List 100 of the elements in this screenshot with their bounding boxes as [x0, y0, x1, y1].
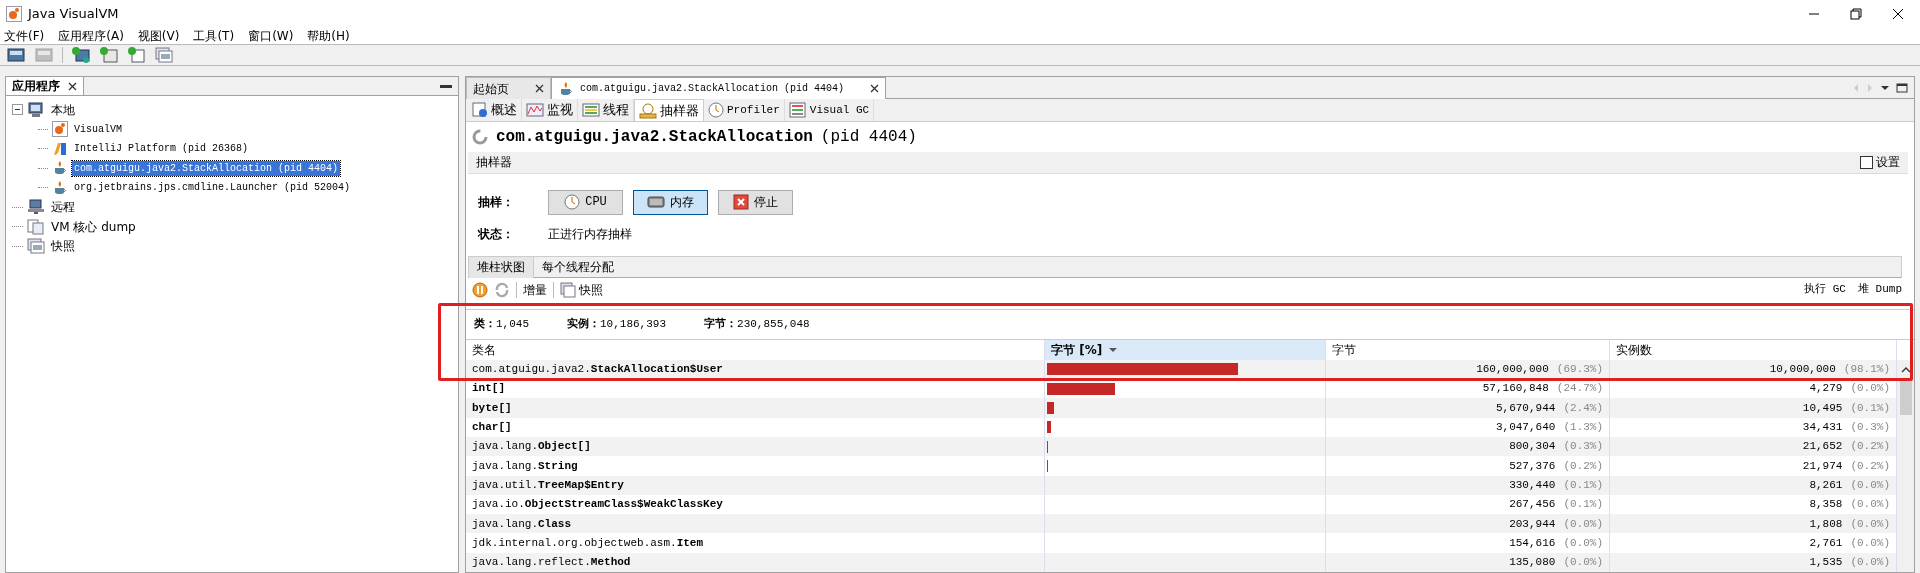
document-tab[interactable]: 起始页	[466, 77, 551, 99]
scrollbar[interactable]	[1897, 359, 1914, 572]
tree-item[interactable]: IntelliJ Platform (pid 26368)	[72, 141, 251, 157]
table-row[interactable]: byte[] 5,670,944 (2.4%) 10,495 (0.1%)	[466, 398, 1897, 418]
instances-percent: (0.1%)	[1850, 400, 1890, 416]
open-icon[interactable]	[6, 46, 26, 64]
class-name: jdk.internal.org.objectweb.asm.Item	[472, 535, 704, 551]
summary-label: 字节：	[704, 316, 738, 333]
sampler-icon	[639, 102, 657, 119]
loading-icon	[472, 129, 488, 146]
stop-icon	[733, 194, 749, 211]
intellij-icon	[52, 140, 68, 157]
scroll-up-icon	[1900, 365, 1911, 374]
snapshot-icon	[27, 238, 45, 255]
bytes-percent: (24.7%)	[1556, 381, 1603, 397]
table-row[interactable]: com.atguigu.java2.StackAllocation$User 160,000,000 (69.3%) 10,000,000 (98.1%)	[466, 359, 1897, 380]
menu-item[interactable]: 工具(T)	[193, 26, 235, 45]
tree-item[interactable]: com.atguigu.java2.StackAllocation (pid 4404)	[72, 160, 341, 176]
toolbar-button[interactable]: 执行 GC	[1804, 281, 1846, 298]
threads-icon	[582, 102, 600, 118]
instances-percent: (0.2%)	[1850, 458, 1890, 474]
close-icon	[535, 84, 544, 93]
class-name: com.atguigu.java2.StackAllocation$User	[472, 362, 723, 378]
view-tab[interactable]: 监视	[522, 99, 578, 121]
settings-checkbox[interactable]: 设置	[1860, 153, 1900, 172]
collapse-toggle[interactable]	[12, 104, 23, 116]
class-name: java.lang.Object[]	[472, 439, 591, 455]
section-header: 抽样器	[476, 154, 512, 172]
menu-item[interactable]: 文件(F)	[4, 26, 45, 45]
column-header[interactable]: 字节 [%]	[1045, 339, 1326, 360]
bytes-value: 330,440	[1509, 477, 1556, 493]
dropdown-icon	[1880, 83, 1890, 92]
tree-item[interactable]: VisualVM	[72, 121, 124, 137]
snapshot-icon	[560, 281, 576, 298]
pause-icon	[472, 281, 488, 298]
class-name: java.lang.reflect.Method	[472, 555, 631, 571]
tree-item[interactable]: org.jetbrains.jps.cmdline.Launcher (pid 52004)	[72, 180, 353, 196]
result-tab[interactable]: 堆柱状图	[469, 257, 534, 278]
column-header[interactable]: 字节	[1326, 339, 1610, 360]
field-label: 抽样：	[478, 194, 515, 212]
class-name: int[]	[472, 381, 505, 397]
table-row[interactable]: java.util.TreeMap$Entry 330,440 (0.1%) 8,261 (0.0%)	[466, 475, 1897, 495]
bytes-value: 160,000,000	[1476, 362, 1549, 378]
bytes-percent: (0.1%)	[1563, 497, 1603, 513]
java-cup-icon	[52, 179, 68, 196]
app-icon	[52, 121, 68, 138]
toolbar-button[interactable]: 快照	[560, 280, 603, 299]
sampler-button[interactable]: 内存	[633, 189, 708, 215]
class-name: java.util.TreeMap$Entry	[472, 477, 624, 493]
close-icon	[870, 84, 880, 93]
table-row[interactable]: java.lang.Class 203,944 (0.0%) 1,808 (0.0%)	[466, 514, 1897, 534]
summary-value: 230,855,048	[737, 317, 810, 333]
document-icon	[27, 218, 45, 235]
network-icon	[27, 199, 45, 216]
table-row[interactable]: java.lang.Object[] 800,304 (0.3%) 21,652 (0.2%)	[466, 436, 1897, 457]
table-row[interactable]: java.lang.reflect.Method 135,080 (0.0%) 1,535 (0.0%)	[466, 552, 1897, 572]
menu-item[interactable]: 窗口(W)	[248, 26, 294, 45]
menu-item[interactable]: 帮助(H)	[307, 26, 350, 45]
sampler-button[interactable]: CPU	[548, 189, 623, 215]
tree-item[interactable]: 本地	[49, 100, 77, 119]
bytes-value: 267,456	[1509, 497, 1556, 513]
instances-value: 8,261	[1809, 477, 1843, 493]
add-jmx-icon[interactable]	[99, 46, 119, 64]
maximize-icon	[1896, 82, 1908, 93]
result-tab[interactable]: 每个线程分配	[534, 257, 622, 278]
add-host-icon[interactable]	[71, 46, 91, 64]
tree-item[interactable]: 远程	[49, 198, 77, 217]
add-dump-icon[interactable]	[127, 46, 147, 64]
bytes-percent: (0.0%)	[1563, 555, 1603, 571]
menu-item[interactable]: 视图(V)	[137, 26, 180, 45]
snapshot-icon[interactable]	[155, 47, 173, 63]
bytes-value: 154,616	[1509, 535, 1556, 551]
document-tab[interactable]: com.atguigu.java2.StackAllocation (pid 4404)	[551, 77, 887, 99]
field-label: 状态：	[478, 226, 515, 244]
minimize-icon	[440, 85, 452, 88]
view-tab[interactable]: 抽样器	[634, 99, 704, 121]
panel-tab[interactable]: 应用程序	[6, 77, 84, 95]
java-cup-icon	[558, 80, 574, 97]
toolbar-button[interactable]: 堆 Dump	[1858, 281, 1902, 298]
chart-icon	[526, 102, 544, 118]
view-tab[interactable]: Visual GC	[784, 99, 875, 121]
toolbar-button[interactable]: 增量	[523, 280, 547, 299]
tree-item[interactable]: 快照	[49, 237, 77, 256]
summary-label: 实例：	[567, 316, 600, 333]
sort-icon	[1108, 345, 1119, 354]
view-tab[interactable]: 概述	[468, 99, 522, 121]
instances-percent: (98.1%)	[1843, 362, 1890, 378]
view-tab[interactable]: Profiler	[704, 99, 785, 121]
menu-item[interactable]: 应用程序(A)	[58, 26, 124, 45]
instances-value: 1,808	[1809, 516, 1843, 532]
sampler-button[interactable]: 停止	[718, 189, 793, 215]
instances-value: 34,431	[1802, 420, 1843, 435]
view-tab[interactable]: 线程	[578, 99, 634, 121]
computer-icon	[27, 101, 45, 118]
app-icon	[6, 5, 22, 22]
instances-percent: (0.3%)	[1850, 420, 1890, 435]
status-text: 正进行内存抽样	[548, 226, 632, 244]
instances-percent: (0.0%)	[1850, 535, 1890, 551]
bytes-value: 3,047,640	[1495, 420, 1556, 435]
tree-item[interactable]: VM 核心 dump	[49, 217, 138, 236]
